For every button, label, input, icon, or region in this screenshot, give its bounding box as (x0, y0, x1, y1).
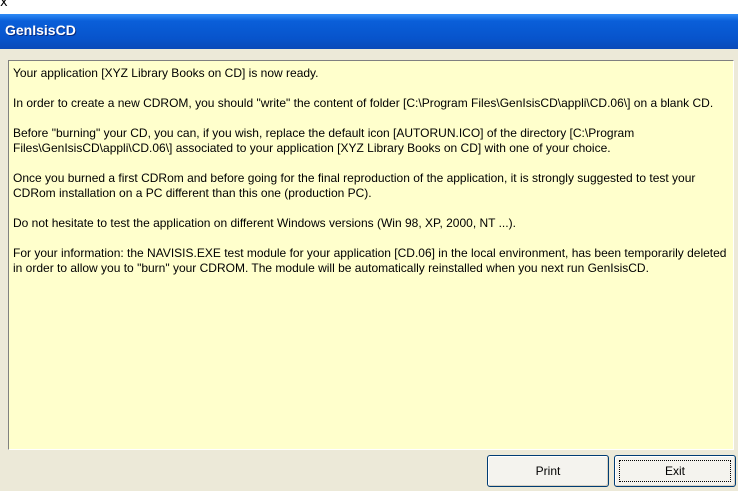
close-icon[interactable]: x (0, 0, 14, 10)
message-paragraph-write: In order to create a new CDROM, you shou… (13, 96, 714, 110)
message-paragraph-ready: Your application [XYZ Library Books on C… (13, 66, 319, 80)
print-button[interactable]: Print (487, 455, 609, 487)
print-button-label: Print (535, 464, 561, 478)
dialog-window: GenIsisCD Your application [XYZ Library … (0, 14, 738, 491)
message-paragraph-icon: Before "burning" your CD, you can, if yo… (13, 126, 635, 155)
exit-button[interactable]: Exit (614, 455, 736, 487)
message-paragraph-info: For your information: the NAVISIS.EXE te… (13, 246, 727, 275)
exit-button-label: Exit (664, 464, 685, 478)
title-bar[interactable]: GenIsisCD (0, 14, 738, 49)
window-title: GenIsisCD (5, 22, 76, 38)
top-strip: x (0, 0, 738, 14)
message-paragraph-test: Once you burned a first CDRom and before… (13, 171, 696, 200)
message-panel[interactable]: Your application [XYZ Library Books on C… (8, 60, 734, 450)
message-paragraph-windows: Do not hesitate to test the application … (13, 216, 516, 230)
